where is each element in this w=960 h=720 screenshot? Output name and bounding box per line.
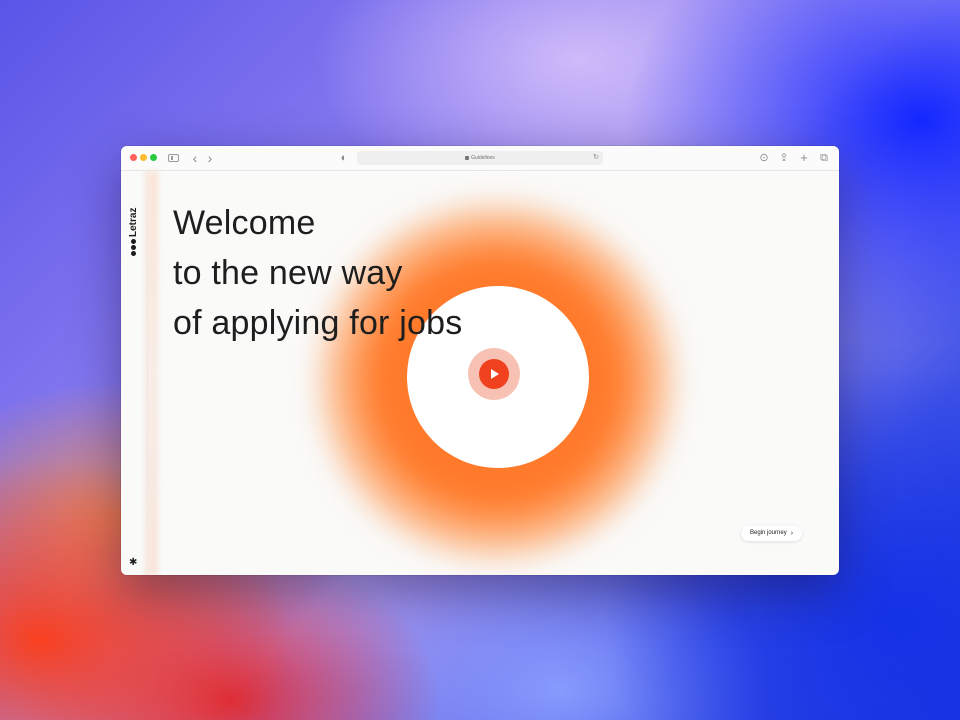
forward-arrow-icon[interactable]: › [205, 151, 215, 165]
browser-window: ‹ › ◐ Guidelines ↻ ⊙ ⇪ + ⧉ Letraz ✱ Welc… [121, 146, 839, 575]
shield-icon[interactable]: ◐ [339, 151, 349, 165]
begin-journey-button[interactable]: Begin journey › [741, 526, 803, 541]
begin-journey-label: Begin journey [750, 530, 787, 536]
browser-toolbar: ‹ › ◐ Guidelines ↻ ⊙ ⇪ + ⧉ [121, 146, 839, 171]
hero-line-1: Welcome [173, 204, 316, 242]
play-icon [491, 369, 499, 379]
address-text: Guidelines [471, 155, 495, 161]
hero-line-2: to the new way [173, 254, 403, 292]
address-bar[interactable]: Guidelines ↻ [357, 151, 603, 165]
hero-heading: Welcome to the new way of applying for j… [173, 198, 462, 348]
play-button[interactable] [479, 359, 509, 389]
minimize-window-button[interactable] [140, 154, 147, 161]
logo-text: Letraz [128, 207, 139, 237]
lock-icon [465, 155, 470, 160]
close-window-button[interactable] [130, 154, 137, 161]
reload-icon[interactable]: ↻ [593, 151, 599, 165]
sidebar-toggle-icon[interactable] [168, 154, 179, 162]
zoom-window-button[interactable] [150, 154, 157, 161]
share-icon[interactable]: ⇪ [779, 151, 789, 165]
back-arrow-icon[interactable]: ‹ [190, 151, 200, 165]
tab-overview-icon[interactable]: ⧉ [819, 151, 829, 165]
gear-icon[interactable]: ✱ [129, 558, 137, 568]
logo-dots-icon [131, 239, 136, 256]
hero-line-3: of applying for jobs [173, 304, 463, 342]
new-tab-icon[interactable]: + [799, 151, 809, 165]
app-logo[interactable]: Letraz [128, 208, 139, 256]
sidebar-divider [148, 171, 158, 575]
sidebar: Letraz ✱ [121, 171, 149, 575]
chevron-right-icon: › [790, 530, 794, 537]
download-icon[interactable]: ⊙ [759, 151, 769, 165]
